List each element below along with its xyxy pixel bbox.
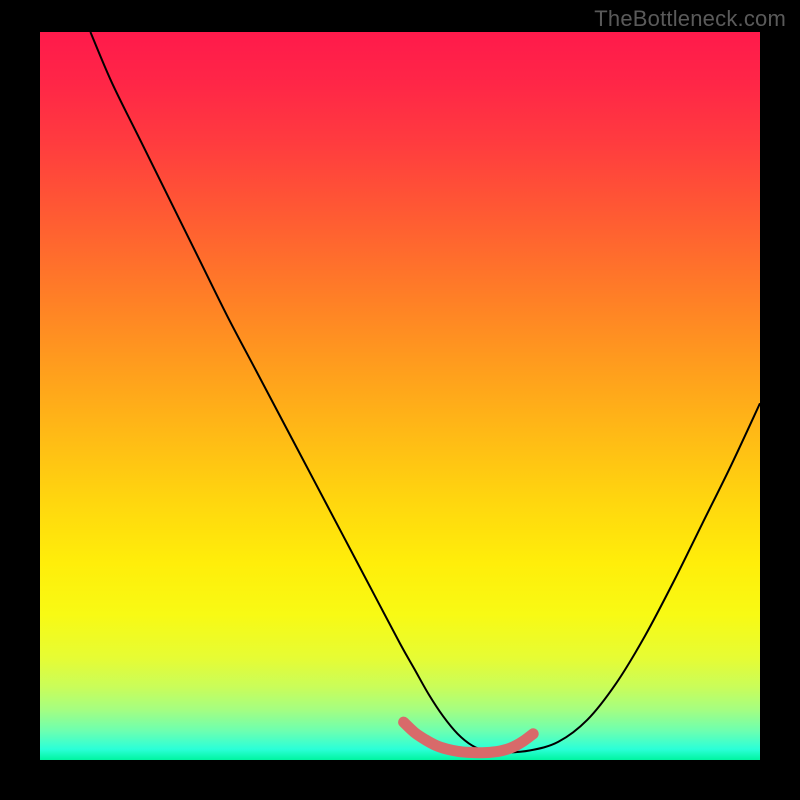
plot-area <box>40 32 760 760</box>
optimal-band <box>404 722 534 753</box>
chart-frame: TheBottleneck.com <box>0 0 800 800</box>
curve-layer <box>40 32 760 760</box>
bottleneck-curve <box>90 32 760 753</box>
watermark-text: TheBottleneck.com <box>594 6 786 32</box>
